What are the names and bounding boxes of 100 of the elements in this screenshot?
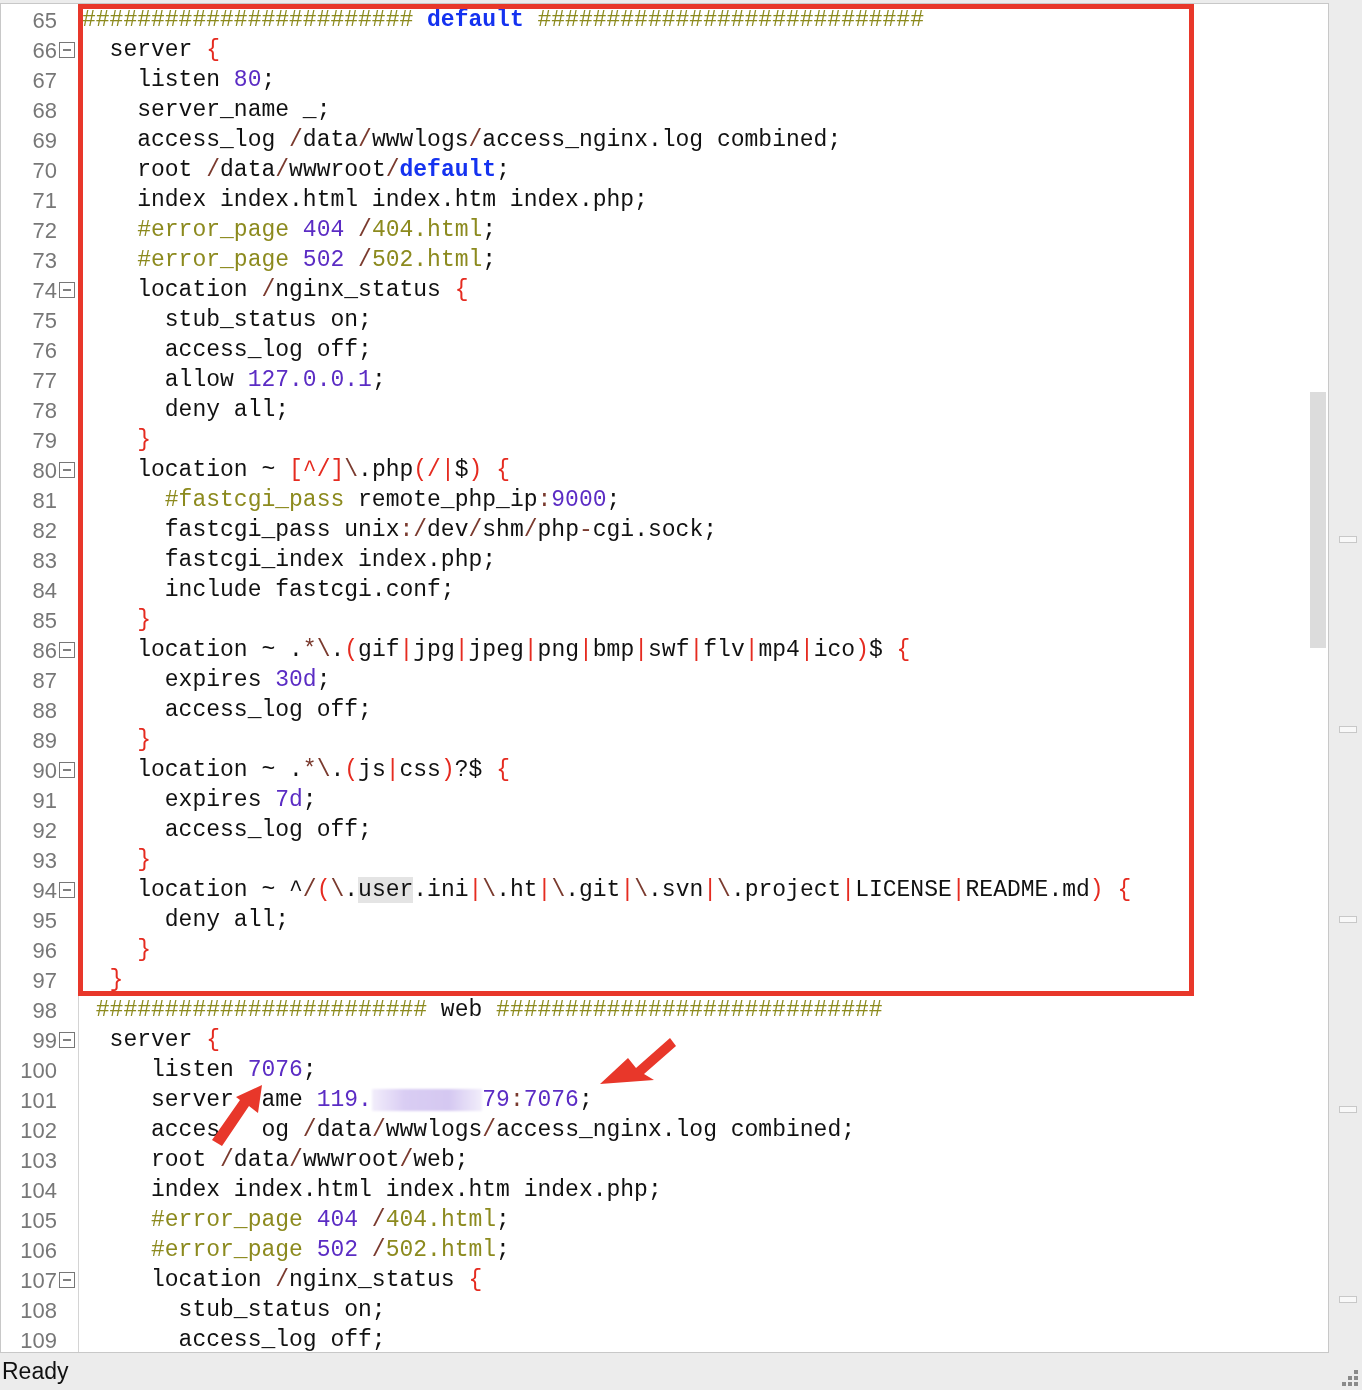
code-line: allow 127.0.0.1;: [163, 366, 386, 395]
collapse-icon[interactable]: [59, 762, 75, 778]
code-line: server {: [108, 1026, 221, 1055]
collapse-icon[interactable]: [59, 1032, 75, 1048]
code-line: #fastcgi_pass remote_php_ip:9000;: [163, 486, 621, 515]
line-number: 79: [32, 426, 57, 455]
code-line: access_log off;: [163, 696, 372, 725]
line-number: 74: [32, 276, 57, 305]
line-number: 101: [20, 1086, 57, 1115]
code-line: location ~ [^/]\.php(/|$) {: [136, 456, 510, 485]
overview-marker: [1339, 1296, 1357, 1303]
overview-marker: [1339, 726, 1357, 733]
line-number: 67: [32, 66, 57, 95]
line-number: 100: [20, 1056, 57, 1085]
line-number: 82: [32, 516, 57, 545]
resize-grip-icon[interactable]: [1340, 1368, 1360, 1388]
line-number: 105: [20, 1206, 57, 1235]
code-line: stub_status on;: [177, 1296, 386, 1325]
code-line: location /nginx_status {: [136, 276, 469, 305]
code-line: deny all;: [163, 906, 290, 935]
code-line: fastcgi_index index.php;: [163, 546, 497, 575]
line-number: 85: [32, 606, 57, 635]
line-number: 103: [20, 1146, 57, 1175]
line-number: 99: [32, 1026, 57, 1055]
line-number: 92: [32, 816, 57, 845]
code-line: deny all;: [163, 396, 290, 425]
code-line: #error_page 404 /404.html;: [150, 1206, 510, 1235]
line-number: 66: [32, 36, 57, 65]
status-text: Ready: [2, 1357, 69, 1387]
code-line: index index.html index.htm index.php;: [136, 186, 648, 215]
line-number: 70: [32, 156, 57, 185]
code-line: root /data/wwwroot/default;: [136, 156, 510, 185]
code-line: stub_status on;: [163, 306, 372, 335]
line-number: 80: [32, 456, 57, 485]
line-number: 88: [32, 696, 57, 725]
code-line: index index.html index.htm index.php;: [150, 1176, 662, 1205]
code-line: #error_page 502 /502.html;: [150, 1236, 510, 1265]
line-number: 75: [32, 306, 57, 335]
line-number: 102: [20, 1116, 57, 1145]
line-number: 87: [32, 666, 57, 695]
code-line: location ~ .*\.(gif|jpg|jpeg|png|bmp|swf|flv|mp4|ico)$ {: [136, 636, 911, 665]
line-number: 81: [32, 486, 57, 515]
code-line: listen 80;: [136, 66, 276, 95]
collapse-icon[interactable]: [59, 1272, 75, 1288]
collapse-icon[interactable]: [59, 882, 75, 898]
line-number: 78: [32, 396, 57, 425]
code-line: #error_page 404 /404.html;: [136, 216, 497, 245]
line-number: 98: [32, 996, 57, 1025]
overview-marker: [1339, 1106, 1357, 1113]
line-number: 106: [20, 1236, 57, 1265]
line-number: 76: [32, 336, 57, 365]
line-number: 65: [32, 6, 57, 35]
code-line: }: [136, 606, 151, 635]
line-number: 104: [20, 1176, 57, 1205]
collapse-icon[interactable]: [59, 282, 75, 298]
line-number: 72: [32, 216, 57, 245]
code-line: access_log /data/wwwlogs/access_nginx.log combined;: [136, 126, 842, 155]
scrollbar-thumb[interactable]: [1310, 392, 1326, 648]
code-line: include fastcgi.conf;: [163, 576, 455, 605]
code-line: expires 30d;: [163, 666, 331, 695]
code-line: }: [136, 726, 151, 755]
code-line: access_log off;: [163, 336, 372, 365]
code-line: access_log off;: [177, 1326, 386, 1352]
collapse-icon[interactable]: [59, 42, 75, 58]
code-line: location /nginx_status {: [150, 1266, 483, 1295]
line-number: 68: [32, 96, 57, 125]
line-number: 71: [32, 186, 57, 215]
code-line: }: [136, 846, 151, 875]
line-number: 93: [32, 846, 57, 875]
line-number: 95: [32, 906, 57, 935]
overview-marker: [1339, 916, 1357, 923]
line-number: 108: [20, 1296, 57, 1325]
collapse-icon[interactable]: [59, 462, 75, 478]
code-line: expires 7d;: [163, 786, 317, 815]
line-number: 97: [32, 966, 57, 995]
code-line: access_log off;: [163, 816, 372, 845]
code-line: ######################## default ############################: [81, 6, 924, 35]
code-line: }: [136, 936, 151, 965]
code-line: acces og /data/wwwlogs/access_nginx.log combined;: [150, 1116, 855, 1145]
code-line: fastcgi_pass unix:/dev/shm/php-cgi.sock;: [163, 516, 717, 545]
line-number: 109: [20, 1326, 57, 1352]
line-number: 94: [32, 876, 57, 905]
line-number: 91: [32, 786, 57, 815]
line-number: 107: [20, 1266, 57, 1295]
line-number: 90: [32, 756, 57, 785]
code-line: #error_page 502 /502.html;: [136, 246, 497, 275]
code-line: location ~ ^/(\.user.ini|\.ht|\.git|\.svn|\.project|LICENSE|README.md) {: [136, 876, 1132, 905]
line-number: 69: [32, 126, 57, 155]
code-line: }: [108, 966, 124, 995]
line-number: 96: [32, 936, 57, 965]
collapse-icon[interactable]: [59, 642, 75, 658]
code-line: location ~ .*\.(js|css)?$ {: [136, 756, 510, 785]
line-number: 89: [32, 726, 57, 755]
code-line: ######################## web ############################: [94, 996, 883, 1025]
overview-marker: [1339, 536, 1357, 543]
code-line: server {: [108, 36, 221, 65]
code-line: }: [136, 426, 151, 455]
code-line: server ame 119. 79:7076;: [150, 1086, 593, 1115]
line-number: 84: [32, 576, 57, 605]
line-number: 86: [32, 636, 57, 665]
